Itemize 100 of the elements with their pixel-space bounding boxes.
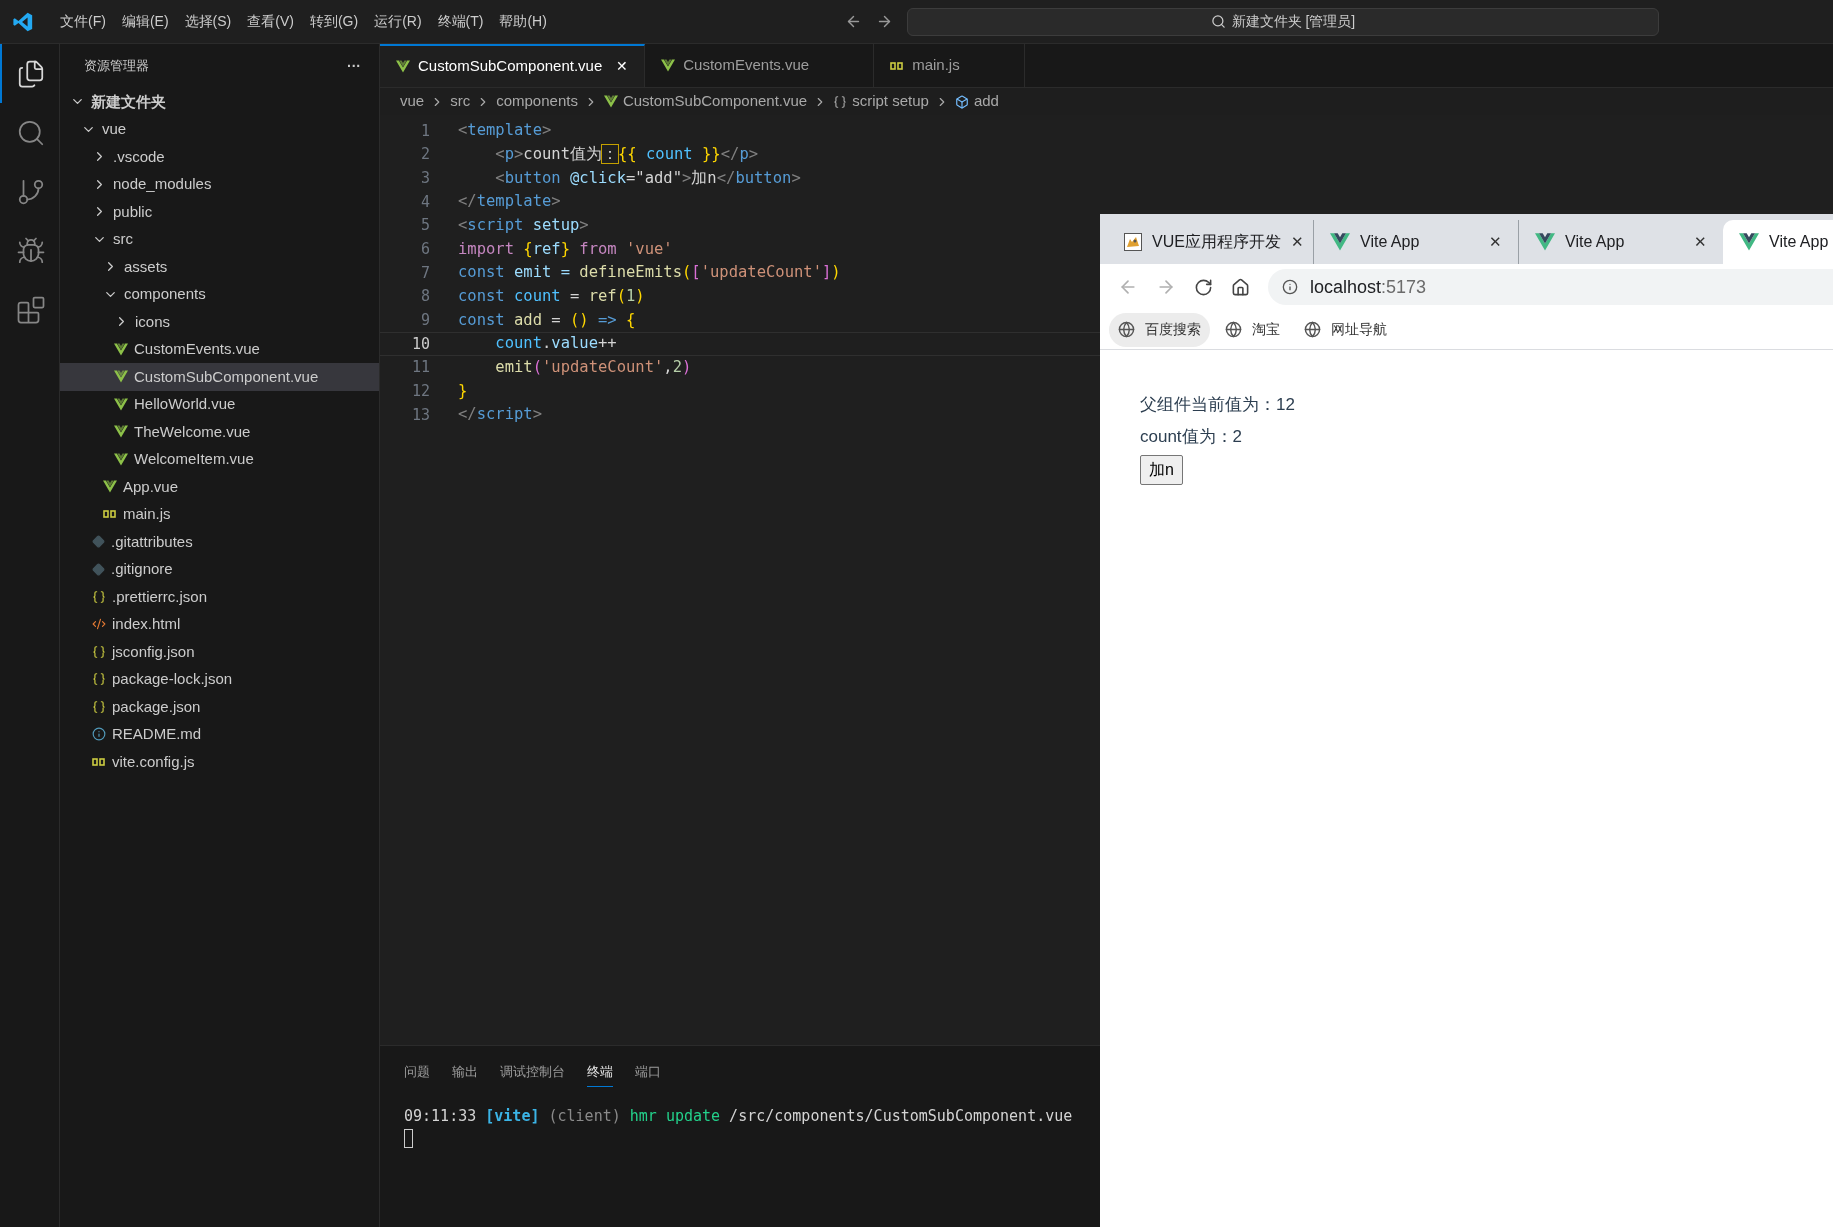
browser-tab[interactable]: Vite App ✕ bbox=[1313, 220, 1518, 264]
panel-tab[interactable]: 问题 bbox=[404, 1062, 430, 1087]
close-button[interactable]: ✕ bbox=[616, 56, 629, 77]
add-button[interactable]: 加n bbox=[1140, 455, 1183, 485]
vue-logo-icon bbox=[114, 425, 128, 439]
vue-logo-icon bbox=[1330, 232, 1350, 252]
menu-item[interactable]: 转到(G) bbox=[301, 11, 367, 32]
line-number: 9 bbox=[419, 310, 431, 332]
panel-tab[interactable]: 端口 bbox=[635, 1062, 661, 1087]
menu-item[interactable]: 查看(V) bbox=[239, 11, 302, 32]
tree-item[interactable]: node_modules bbox=[60, 170, 379, 198]
menu-item[interactable]: 编辑(E) bbox=[113, 11, 177, 32]
braces-icon bbox=[92, 699, 106, 714]
editor-tab[interactable]: main.js bbox=[874, 44, 1025, 87]
line-number: 8 bbox=[419, 286, 431, 308]
line-number: 7 bbox=[419, 262, 431, 284]
breadcrumb-item[interactable]: add bbox=[973, 90, 999, 113]
menu-item[interactable]: 文件(F) bbox=[52, 11, 114, 32]
tree-item[interactable]: package-lock.json bbox=[60, 665, 379, 693]
tree-item[interactable]: vue bbox=[60, 115, 379, 143]
close-button[interactable]: ✕ bbox=[1694, 230, 1707, 254]
braces-icon bbox=[92, 589, 106, 604]
menu-item[interactable]: 终端(T) bbox=[429, 11, 492, 32]
tree-item[interactable]: TheWelcome.vue bbox=[60, 418, 379, 446]
tree-item[interactable]: .prettierrc.json bbox=[60, 583, 379, 611]
menu-item[interactable]: 选择(S) bbox=[176, 11, 240, 32]
globe-icon bbox=[1118, 321, 1135, 338]
tree-item[interactable]: .gitattributes bbox=[60, 528, 379, 556]
line-number: 11 bbox=[410, 357, 431, 379]
line-number: 2 bbox=[419, 144, 431, 166]
breadcrumb-item[interactable]: CustomSubComponent.vue bbox=[622, 90, 808, 113]
tree-item[interactable]: jsconfig.json bbox=[60, 638, 379, 666]
braces-icon bbox=[92, 644, 106, 659]
tree-item[interactable]: icons bbox=[60, 308, 379, 336]
close-button[interactable]: ✕ bbox=[1489, 230, 1502, 254]
tree-item[interactable]: CustomEvents.vue bbox=[60, 335, 379, 363]
vue-logo-icon bbox=[103, 480, 117, 494]
tree-item[interactable]: components bbox=[60, 280, 379, 308]
code-line: 4 </template> bbox=[380, 190, 1833, 214]
bug-icon bbox=[15, 235, 46, 266]
more-actions-button[interactable]: ··· bbox=[347, 55, 361, 77]
tree-item[interactable]: .vscode bbox=[60, 143, 379, 171]
command-center[interactable]: 新建文件夹 [管理员] bbox=[906, 7, 1659, 36]
vue-logo-icon bbox=[1535, 232, 1555, 252]
home-icon[interactable] bbox=[1231, 277, 1250, 297]
page-text: 父组件当前值为：12 bbox=[1140, 394, 1295, 416]
breadcrumb-item[interactable]: vue bbox=[400, 90, 425, 113]
browser-tab[interactable]: Vite App bbox=[1723, 220, 1833, 264]
tree-item[interactable]: WelcomeItem.vue bbox=[60, 445, 379, 473]
line-number: 5 bbox=[419, 215, 431, 237]
tree-item[interactable]: 新建文件夹 bbox=[60, 88, 379, 116]
diamond-icon bbox=[92, 535, 105, 549]
tree-item[interactable]: assets bbox=[60, 253, 379, 281]
code-line: 1 <template> bbox=[380, 119, 1833, 143]
vue-logo-icon bbox=[114, 397, 128, 411]
vue-logo-icon bbox=[661, 59, 676, 72]
panel-tab[interactable]: 输出 bbox=[452, 1062, 478, 1087]
tree-item[interactable]: package.json bbox=[60, 693, 379, 721]
menu-item[interactable]: 帮助(H) bbox=[491, 11, 555, 32]
tree-item[interactable]: README.md bbox=[60, 720, 379, 748]
terminal-cursor bbox=[404, 1129, 413, 1148]
editor-tab[interactable]: CustomSubComponent.vue ✕ bbox=[380, 44, 646, 87]
breadcrumb-item[interactable]: src bbox=[450, 90, 471, 113]
breadcrumb-item[interactable]: script setup bbox=[852, 90, 929, 113]
line-number: 3 bbox=[419, 167, 431, 189]
braces-icon bbox=[92, 672, 106, 687]
page-text: count值为：2 bbox=[1140, 425, 1243, 448]
line-number: 13 bbox=[410, 404, 431, 426]
blocks-icon bbox=[15, 294, 46, 325]
bookmark[interactable]: 百度搜索 bbox=[1109, 312, 1210, 347]
search-icon bbox=[1210, 14, 1226, 29]
editor-tab[interactable]: CustomEvents.vue bbox=[645, 44, 875, 87]
tree-item[interactable]: src bbox=[60, 225, 379, 253]
code-line: 2 <p>count值为：{{ count }}</p> bbox=[380, 142, 1833, 167]
tree-item[interactable]: main.js bbox=[60, 500, 379, 528]
line-number: 1 bbox=[419, 120, 431, 142]
close-button[interactable]: ✕ bbox=[1290, 230, 1304, 254]
code-icon bbox=[92, 617, 106, 632]
panel-tab[interactable]: 调试控制台 bbox=[500, 1062, 565, 1087]
braces-icon bbox=[833, 94, 848, 109]
info-icon bbox=[92, 727, 106, 742]
vue-logo-icon bbox=[1739, 232, 1759, 252]
tree-item[interactable]: public bbox=[60, 198, 379, 226]
breadcrumb-item[interactable]: components bbox=[496, 90, 578, 113]
reload-icon[interactable] bbox=[1194, 277, 1213, 297]
tree-item[interactable]: index.html bbox=[60, 610, 379, 638]
info-icon bbox=[1282, 279, 1298, 295]
tree-item[interactable]: .gitignore bbox=[60, 555, 379, 583]
menu-item[interactable]: 运行(R) bbox=[366, 11, 430, 32]
diamond-icon bbox=[92, 562, 105, 576]
terminal-output: 09:11:33 [vite] (client) hmr update /src/components/CustomSubComponent.vue bbox=[404, 1105, 1074, 1127]
tree-item[interactable]: vite.config.js bbox=[60, 748, 379, 776]
tree-item[interactable]: App.vue bbox=[60, 473, 379, 501]
symbol-icon bbox=[954, 94, 969, 109]
vue-logo-icon bbox=[396, 60, 410, 73]
code-logo-icon bbox=[12, 10, 34, 33]
tree-item[interactable]: CustomSubComponent.vue bbox=[60, 363, 379, 391]
panel-tab[interactable]: 终端 bbox=[587, 1062, 613, 1087]
tree-item[interactable]: HelloWorld.vue bbox=[60, 390, 379, 418]
globe-icon bbox=[1225, 321, 1242, 338]
